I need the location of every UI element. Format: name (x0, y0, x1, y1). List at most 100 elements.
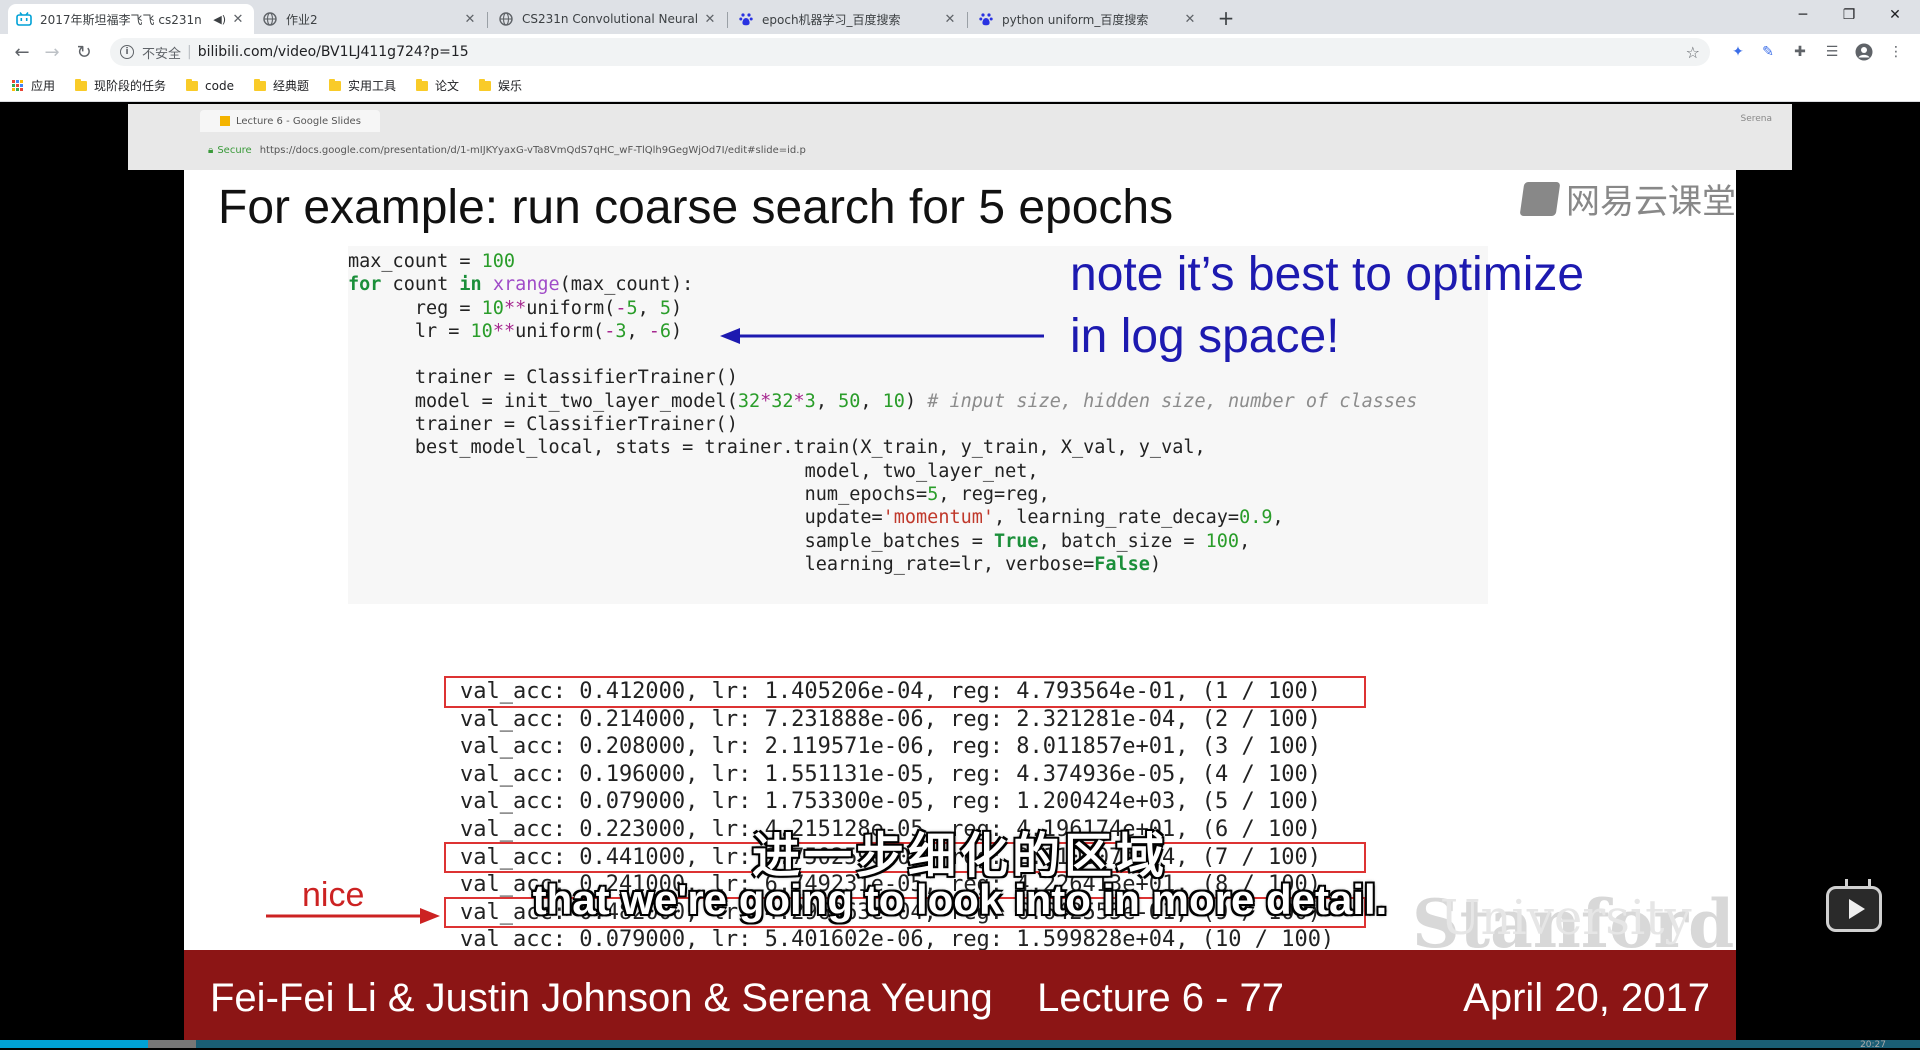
slide-title: For example: run coarse search for 5 epo… (218, 181, 1174, 234)
extension-bird-icon[interactable]: ✦ (1728, 42, 1748, 62)
close-icon[interactable]: ✕ (462, 11, 478, 27)
folder-icon (329, 78, 341, 91)
footer-authors: Fei-Fei Li & Justin Johnson & Serena Yeu… (210, 976, 1284, 1021)
code-line: num_epochs=5, reg=reg, (348, 483, 1050, 505)
speaker-icon[interactable]: ◀) (213, 13, 226, 26)
baidu-icon (978, 11, 994, 27)
tab-title: python uniform_百度搜索 (1002, 12, 1149, 27)
bookmark-star-icon[interactable]: ☆ (1686, 43, 1700, 62)
close-icon[interactable]: ✕ (1182, 11, 1198, 27)
result-row: val_acc: 0.196000, lr: 1.551131e-05, reg… (460, 761, 1321, 787)
subtitle-english: that we're going to look into in more de… (532, 876, 1388, 923)
baidu-icon (738, 11, 754, 27)
globe-icon (262, 11, 278, 27)
bookmark-folder[interactable]: 娱乐 (479, 77, 522, 94)
tab-title: CS231n Convolutional Neural (522, 12, 698, 26)
extensions-puzzle-icon[interactable]: ✚ (1790, 42, 1810, 62)
slide-browser-tab: Lecture 6 - Google Slides (200, 110, 380, 132)
restore-button[interactable]: ❐ (1826, 0, 1872, 30)
bookmark-folder[interactable]: code (186, 78, 234, 93)
close-icon[interactable]: ✕ (230, 11, 246, 27)
slide-browser-tab-title: Lecture 6 - Google Slides (236, 115, 361, 127)
reload-icon[interactable]: ↻ (70, 38, 98, 66)
tab-baidu-uniform[interactable]: python uniform_百度搜索 ✕ (970, 4, 1206, 34)
reading-list-icon[interactable]: ☰ (1822, 42, 1842, 62)
code-line: trainer = ClassifierTrainer() (348, 367, 738, 389)
bilibili-icon (16, 11, 32, 27)
close-icon[interactable]: ✕ (702, 11, 718, 27)
tab-baidu-epoch[interactable]: epoch机器学习_百度搜索 ✕ (730, 4, 966, 34)
slide-browser-chrome: Lecture 6 - Google Slides 🔒︎ Secure http… (128, 104, 1792, 170)
bookmark-apps[interactable]: 应用 (12, 77, 55, 94)
tab-cs231n[interactable]: CS231n Convolutional Neural ✕ (490, 4, 726, 34)
new-tab-button[interactable]: + (1212, 4, 1240, 32)
forward-icon[interactable]: → (38, 38, 66, 66)
note-line: note it’s best to optimize (1070, 248, 1585, 301)
code-line: trainer = ClassifierTrainer() (348, 414, 738, 436)
address-bar[interactable]: i 不安全 | bilibili.com/video/BV1LJ411g724?… (110, 38, 1710, 66)
code-line: model = init_two_layer_model(32*32*3, 50… (348, 390, 1418, 412)
time-readout: 20:27 (1860, 1040, 1886, 1050)
folder-icon (253, 78, 266, 91)
netease-logo-icon (1519, 181, 1561, 216)
tab-title: 2017年斯坦福李飞飞 cs231n (40, 12, 202, 27)
highlighted-result-row: val_acc: 0.412000, lr: 1.405206e-04, reg… (444, 676, 1366, 708)
extension-feather-icon[interactable]: ✎ (1758, 42, 1778, 62)
lock-icon: 🔒︎ (208, 144, 214, 156)
bookmark-label: code (205, 78, 234, 93)
slide-browser-address: 🔒︎ Secure https://docs.google.com/presen… (208, 140, 1728, 160)
bookmark-label: 现阶段的任务 (94, 79, 167, 93)
bookmark-label: 娱乐 (498, 79, 523, 93)
profile-avatar-icon[interactable] (1854, 42, 1874, 62)
footer-authors-text: Fei-Fei Li & Justin Johnson & Serena Yeu… (210, 976, 993, 1020)
bookmarks-bar: 应用 现阶段的任务 code 经典题 实用工具 论文 娱乐 (0, 70, 1920, 102)
progress-buffer (147, 1040, 196, 1048)
minimize-button[interactable]: ─ (1780, 0, 1826, 30)
back-icon[interactable]: ← (8, 38, 36, 66)
close-icon[interactable]: ✕ (942, 11, 958, 27)
tab-separator (967, 12, 968, 28)
code-line: model, two_layer_net, (348, 460, 1039, 482)
progress-bar[interactable] (0, 1040, 1920, 1048)
tab-strip: 2017年斯坦福李飞飞 cs231n ◀) ✕ 作业2 ✕ CS231n Con… (0, 0, 1920, 34)
bookmark-label: 实用工具 (348, 79, 397, 93)
progress-fill (0, 1040, 148, 1048)
netease-watermark: 网易云课堂 (1519, 174, 1736, 223)
result-row: val_acc: 0.079000, lr: 1.753300e-05, reg… (460, 789, 1321, 815)
note-text: note it’s best to optimize in log space! (1070, 244, 1584, 368)
tab-bilibili[interactable]: 2017年斯坦福李飞飞 cs231n ◀) ✕ (8, 4, 254, 34)
tab-homework[interactable]: 作业2 ✕ (254, 4, 486, 34)
tab-title: epoch机器学习_百度搜索 (762, 12, 901, 27)
insecure-label: 不安全 (142, 46, 182, 62)
bookmark-folder[interactable]: 实用工具 (329, 77, 396, 94)
slide-browser-url: https://docs.google.com/presentation/d/1… (259, 144, 806, 156)
watermark-text: 网易云课堂 (1566, 182, 1736, 222)
folder-icon (75, 78, 88, 91)
folder-icon (186, 78, 199, 91)
bookmark-label: 应用 (31, 79, 56, 93)
bookmark-folder[interactable]: 现阶段的任务 (75, 77, 166, 94)
close-window-button[interactable]: ✕ (1872, 0, 1918, 30)
result-row: val_acc: 0.214000, lr: 7.231888e-06, reg… (460, 706, 1321, 732)
folder-icon (479, 78, 492, 91)
footer-lecture-text: Lecture 6 - 77 (1037, 976, 1284, 1020)
code-line: learning_rate=lr, verbose=False) (348, 553, 1162, 575)
tab-separator (727, 12, 728, 28)
info-icon[interactable]: i (120, 45, 134, 59)
slide-footer: Fei-Fei Li & Justin Johnson & Serena Yeu… (184, 950, 1736, 1044)
bookmark-folder[interactable]: 论文 (416, 77, 459, 94)
code-line: update='momentum', learning_rate_decay=0… (348, 507, 1284, 529)
separator: | (187, 44, 192, 60)
note-arrow-icon (720, 328, 1044, 344)
apps-grid-icon (12, 79, 24, 92)
folder-icon (416, 78, 429, 91)
globe-icon (498, 11, 514, 27)
bookmark-label: 论文 (435, 79, 460, 93)
result-row: val_acc: 0.208000, lr: 2.119571e-06, reg… (460, 734, 1321, 760)
url-text: bilibili.com/video/BV1LJ411g724?p=15 (197, 44, 469, 60)
footer-date: April 20, 2017 (1463, 976, 1710, 1020)
slide-browser-user: Serena (1740, 114, 1772, 124)
bookmark-folder[interactable]: 经典题 (253, 77, 309, 94)
menu-kebab-icon[interactable]: ⋮ (1886, 42, 1906, 62)
note-line: in log space! (1070, 310, 1340, 363)
